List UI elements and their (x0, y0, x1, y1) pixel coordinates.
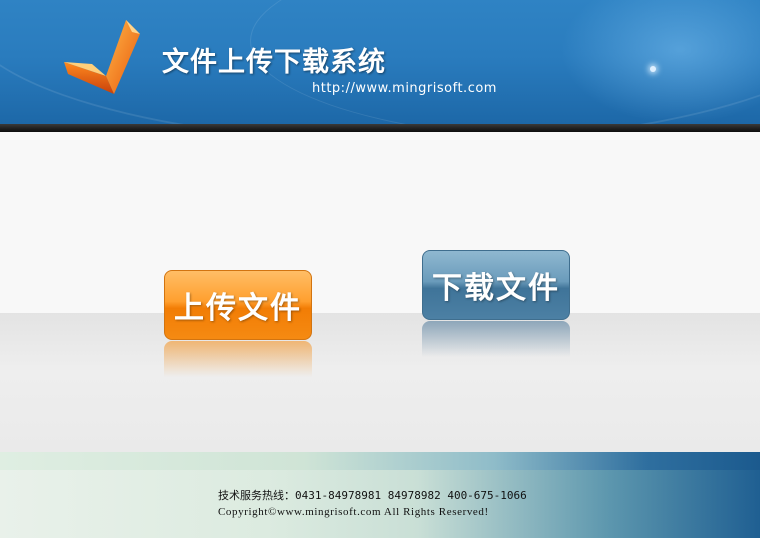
copyright-text: Copyright©www.mingrisoft.com All Rights … (218, 506, 489, 518)
footer-top-strip (0, 452, 760, 470)
download-file-button-label: 下载文件 (432, 271, 560, 306)
upload-file-button-label: 上传文件 (174, 291, 302, 326)
site-url: http://www.mingrisoft.com (312, 81, 497, 96)
banner-glow-decoration (560, 0, 760, 124)
footer: 技术服务热线：0431-84978981 84978982 400-675-10… (0, 452, 760, 538)
upload-file-button[interactable]: 上传文件 (164, 270, 312, 340)
header-banner: 文件上传下载系统 http://www.mingrisoft.com (0, 0, 760, 124)
download-file-button[interactable]: 下载文件 (422, 250, 570, 320)
main-panel: 上传文件 下载文件 (0, 132, 760, 452)
support-hotline: 技术服务热线：0431-84978981 84978982 400-675-10… (218, 489, 527, 502)
floor-gradient (0, 313, 760, 452)
sparkle-icon (650, 66, 656, 72)
header-divider (0, 124, 760, 132)
app-title: 文件上传下载系统 (162, 47, 386, 78)
download-button-reflection (422, 321, 570, 357)
upload-button-reflection (164, 341, 312, 377)
orange-chevron-logo-icon (64, 20, 140, 94)
